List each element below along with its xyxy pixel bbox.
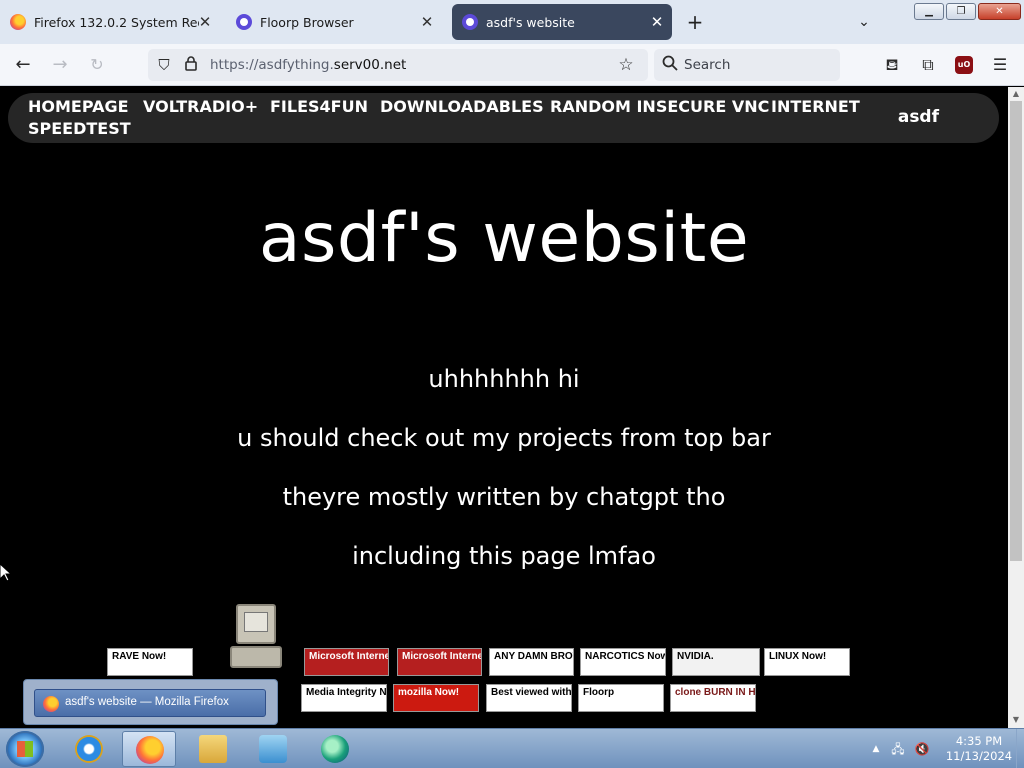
screen: Firefox 132.0.2 System Requiremen ✕ Floo… (0, 0, 1024, 768)
forward-arrow-icon[interactable]: → (48, 53, 72, 77)
close-tab-icon[interactable]: ✕ (418, 13, 436, 31)
shield-icon[interactable]: ⛉ (154, 55, 174, 75)
search-input[interactable]: Search (654, 49, 840, 81)
ublock-origin-icon[interactable]: uO (955, 56, 973, 74)
tab-title: Floorp Browser (260, 14, 354, 30)
close-tab-icon[interactable]: ✕ (648, 13, 666, 31)
taskbar-media-player[interactable] (246, 731, 300, 767)
window-controls: ▁ ❐ ✕ (914, 3, 1021, 20)
badge-any-damn-browser[interactable]: ANY DAMN BROWSER (489, 648, 574, 676)
badge-floorp[interactable]: Floorp (578, 684, 664, 712)
clock-date: 11/13/2024 (945, 749, 1013, 763)
nav-link-downloadables[interactable]: DOWNLOADABLES (380, 97, 544, 116)
nav-link-internet[interactable]: INTERNET (771, 97, 860, 116)
badge-clone-burn-in-hell[interactable]: clone BURN IN HELL (670, 684, 756, 712)
nav-link-random-insecure-vnc[interactable]: RANDOM INSECURE VNC (550, 97, 769, 116)
mouse-pointer-icon (0, 564, 12, 582)
pocket-icon[interactable]: ⛾ (880, 53, 904, 77)
search-icon (662, 55, 682, 75)
folder-icon (199, 735, 227, 763)
nav-link-files4fun[interactable]: FILES4FUN (270, 97, 368, 116)
intro-line-2: u should check out my projects from top … (237, 424, 771, 452)
lock-icon[interactable] (181, 55, 201, 75)
badge-linux-now[interactable]: LINUX Now! (764, 648, 850, 676)
tab-floorp-browser[interactable]: Floorp Browser ✕ (236, 4, 442, 40)
scroll-down-icon[interactable]: ▼ (1010, 714, 1022, 726)
new-tab-button[interactable]: + (683, 11, 707, 33)
network-icon[interactable]: 🖧 (890, 741, 906, 757)
extensions-icon[interactable]: ⧉ (916, 53, 940, 77)
nav-link-homepage[interactable]: HOMEPAGE (28, 97, 129, 116)
url-bar[interactable]: ⛉ https://asdfything.serv00.net ☆ (148, 49, 648, 81)
start-button[interactable] (6, 731, 44, 767)
close-window-icon[interactable]: ✕ (978, 3, 1021, 20)
preview-title: asdf's website — Mozilla Firefox (65, 696, 229, 708)
url-text: https://asdfything.serv00.net (210, 57, 406, 73)
media-player-icon (259, 735, 287, 763)
scrollbar-thumb[interactable] (1010, 101, 1022, 561)
tab-strip: Firefox 132.0.2 System Requiremen ✕ Floo… (0, 0, 1024, 44)
taskbar-file-explorer[interactable] (186, 731, 240, 767)
tab-firefox-requirements[interactable]: Firefox 132.0.2 System Requiremen ✕ (10, 4, 220, 40)
tab-title: asdf's website (486, 14, 575, 30)
taskbar-edge[interactable] (308, 731, 362, 767)
taskbar-firefox[interactable] (122, 731, 176, 767)
tab-title: Firefox 132.0.2 System Requiremen (34, 14, 199, 30)
list-all-tabs-icon[interactable]: ⌄ (853, 11, 875, 33)
tab-asdf-website[interactable]: asdf's website ✕ (452, 4, 672, 40)
show-desktop-button[interactable] (1016, 729, 1024, 768)
page-title: asdf's website (258, 199, 750, 278)
badge-narcotics-now[interactable]: NARCOTICS Now! (580, 648, 666, 676)
minimize-icon[interactable]: ▁ (914, 3, 944, 20)
clock[interactable]: 4:35 PM 11/13/2024 (944, 734, 1014, 764)
badge-mozilla-now[interactable]: mozilla Now! (393, 684, 479, 712)
reload-icon[interactable]: ↻ (85, 53, 109, 77)
close-tab-icon[interactable]: ✕ (196, 13, 214, 31)
taskbar-preview[interactable]: asdf's website — Mozilla Firefox (23, 679, 278, 725)
clock-time: 4:35 PM (955, 734, 1003, 748)
badge-internet-explorer[interactable]: Microsoft Internet Explorer (304, 648, 389, 676)
badge-internet-explorer-2[interactable]: Microsoft Internet Explorer (397, 648, 482, 676)
firefox-icon (10, 14, 26, 30)
url-prefix: https://asdfything. (210, 57, 334, 73)
menu-hamburger-icon[interactable]: ☰ (988, 53, 1012, 77)
firefox-icon (43, 696, 59, 712)
site-nav-bar: HOMEPAGE VOLTRADIO+ FILES4FUN DOWNLOADAB… (8, 93, 999, 143)
restore-icon[interactable]: ❐ (946, 3, 976, 20)
scroll-up-icon[interactable]: ▲ (1010, 88, 1022, 100)
tray-expand-icon[interactable]: ▲ (868, 741, 884, 757)
search-placeholder: Search (684, 57, 731, 73)
badge-rave-now[interactable]: RAVE Now! (107, 648, 193, 676)
navigation-toolbar: ← → ↻ ⛉ https://asdfything.serv00.net ☆ … (0, 44, 1024, 86)
floorp-icon (462, 14, 478, 30)
floorp-icon (236, 14, 252, 30)
web-page: HOMEPAGE VOLTRADIO+ FILES4FUN DOWNLOADAB… (0, 87, 1008, 728)
url-domain: serv00.net (333, 57, 407, 73)
nav-link-voltradio[interactable]: VOLTRADIO+ (143, 97, 258, 116)
site-brand[interactable]: asdf (898, 107, 939, 127)
badge-media-integrity[interactable]: Media Integrity Now! (301, 684, 387, 712)
bookmark-star-icon[interactable]: ☆ (616, 55, 636, 75)
intro-line-4: including this page lmfao (352, 542, 656, 570)
page-scrollbar[interactable]: ▲ ▼ (1008, 87, 1024, 728)
taskbar-internet-explorer[interactable] (62, 731, 116, 767)
volume-muted-icon[interactable]: 🔇 (914, 741, 930, 757)
firefox-icon (136, 736, 164, 764)
back-arrow-icon[interactable]: ← (11, 53, 35, 77)
internet-explorer-icon (75, 735, 103, 763)
taskbar: ▲ 🖧 🔇 4:35 PM 11/13/2024 (0, 728, 1024, 768)
intro-line-1: uhhhhhhh hi (428, 365, 580, 393)
edge-icon (321, 735, 349, 763)
nav-link-speedtest[interactable]: SPEEDTEST (28, 119, 131, 138)
intro-line-3: theyre mostly written by chatgpt tho (282, 483, 726, 511)
preview-window-entry[interactable]: asdf's website — Mozilla Firefox (34, 689, 266, 717)
retro-computer-icon (228, 604, 284, 670)
badge-best-viewed-open-eyes[interactable]: Best viewed with Open Eyes (486, 684, 572, 712)
badge-nvidia[interactable]: NVIDIA. (672, 648, 760, 676)
